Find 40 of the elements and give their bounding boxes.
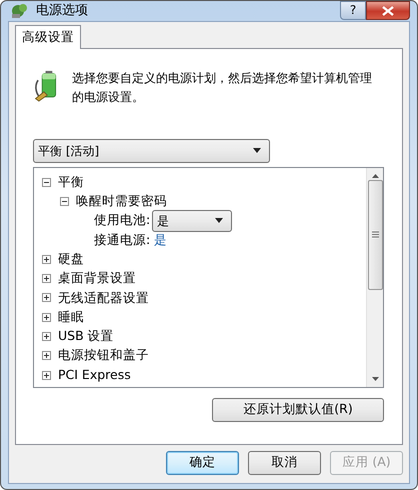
power-plan-dropdown[interactable]: 平衡 [活动] (33, 138, 270, 162)
tree-item[interactable]: 无线适配器设置 (58, 288, 149, 308)
expand-icon[interactable] (42, 332, 51, 342)
expand-icon[interactable] (42, 293, 51, 302)
help-button[interactable]: ? (340, 1, 366, 20)
collapse-icon[interactable] (42, 178, 51, 187)
dialog-button[interactable]: 确定 (166, 450, 239, 474)
expand-icon[interactable] (42, 370, 51, 380)
setting-label: 接通电源: (94, 230, 150, 249)
setting-value-link[interactable]: 是 (154, 230, 168, 250)
caret-icon (253, 148, 261, 153)
scroll-thumb[interactable] (368, 180, 382, 290)
setting-label: 使用电池: (94, 211, 150, 230)
expand-icon[interactable] (42, 254, 51, 264)
scroll-up-icon[interactable] (372, 174, 378, 178)
tree-item[interactable]: 唤醒时需要密码 (76, 192, 167, 211)
scroll-down-icon[interactable] (372, 376, 378, 380)
expand-icon[interactable] (42, 274, 51, 284)
tree-item[interactable]: 硬盘 (58, 250, 84, 269)
close-icon (382, 6, 394, 16)
grip-icon (372, 231, 378, 238)
tree-item[interactable]: USB 设置 (58, 327, 114, 346)
window-title: 电源选项 (36, 2, 88, 20)
tree-item[interactable]: 睡眠 (58, 308, 84, 327)
close-button[interactable] (366, 1, 410, 20)
dialog-button[interactable]: 取消 (248, 450, 321, 474)
description-text: 选择您要自定义的电源计划，然后选择您希望计算机管理的电源设置。 (72, 70, 374, 106)
expand-icon[interactable] (42, 312, 51, 322)
tab[interactable]: 高级设置 (15, 24, 81, 48)
tree-item[interactable]: 电源按钮和盖子 (58, 346, 149, 366)
power-options-icon (10, 2, 30, 20)
caret-icon (215, 218, 224, 224)
tree-item[interactable]: PCI Express (58, 366, 131, 384)
scrollbar[interactable] (366, 168, 383, 386)
collapse-icon[interactable] (60, 196, 69, 206)
expand-icon[interactable] (42, 351, 51, 360)
tree-item[interactable]: 平衡 (58, 172, 84, 192)
setting-dropdown[interactable]: 是 (152, 210, 232, 232)
tree-item[interactable]: 桌面背景设置 (58, 269, 136, 288)
restore-defaults-button[interactable]: 还原计划默认值(R) (212, 398, 384, 422)
